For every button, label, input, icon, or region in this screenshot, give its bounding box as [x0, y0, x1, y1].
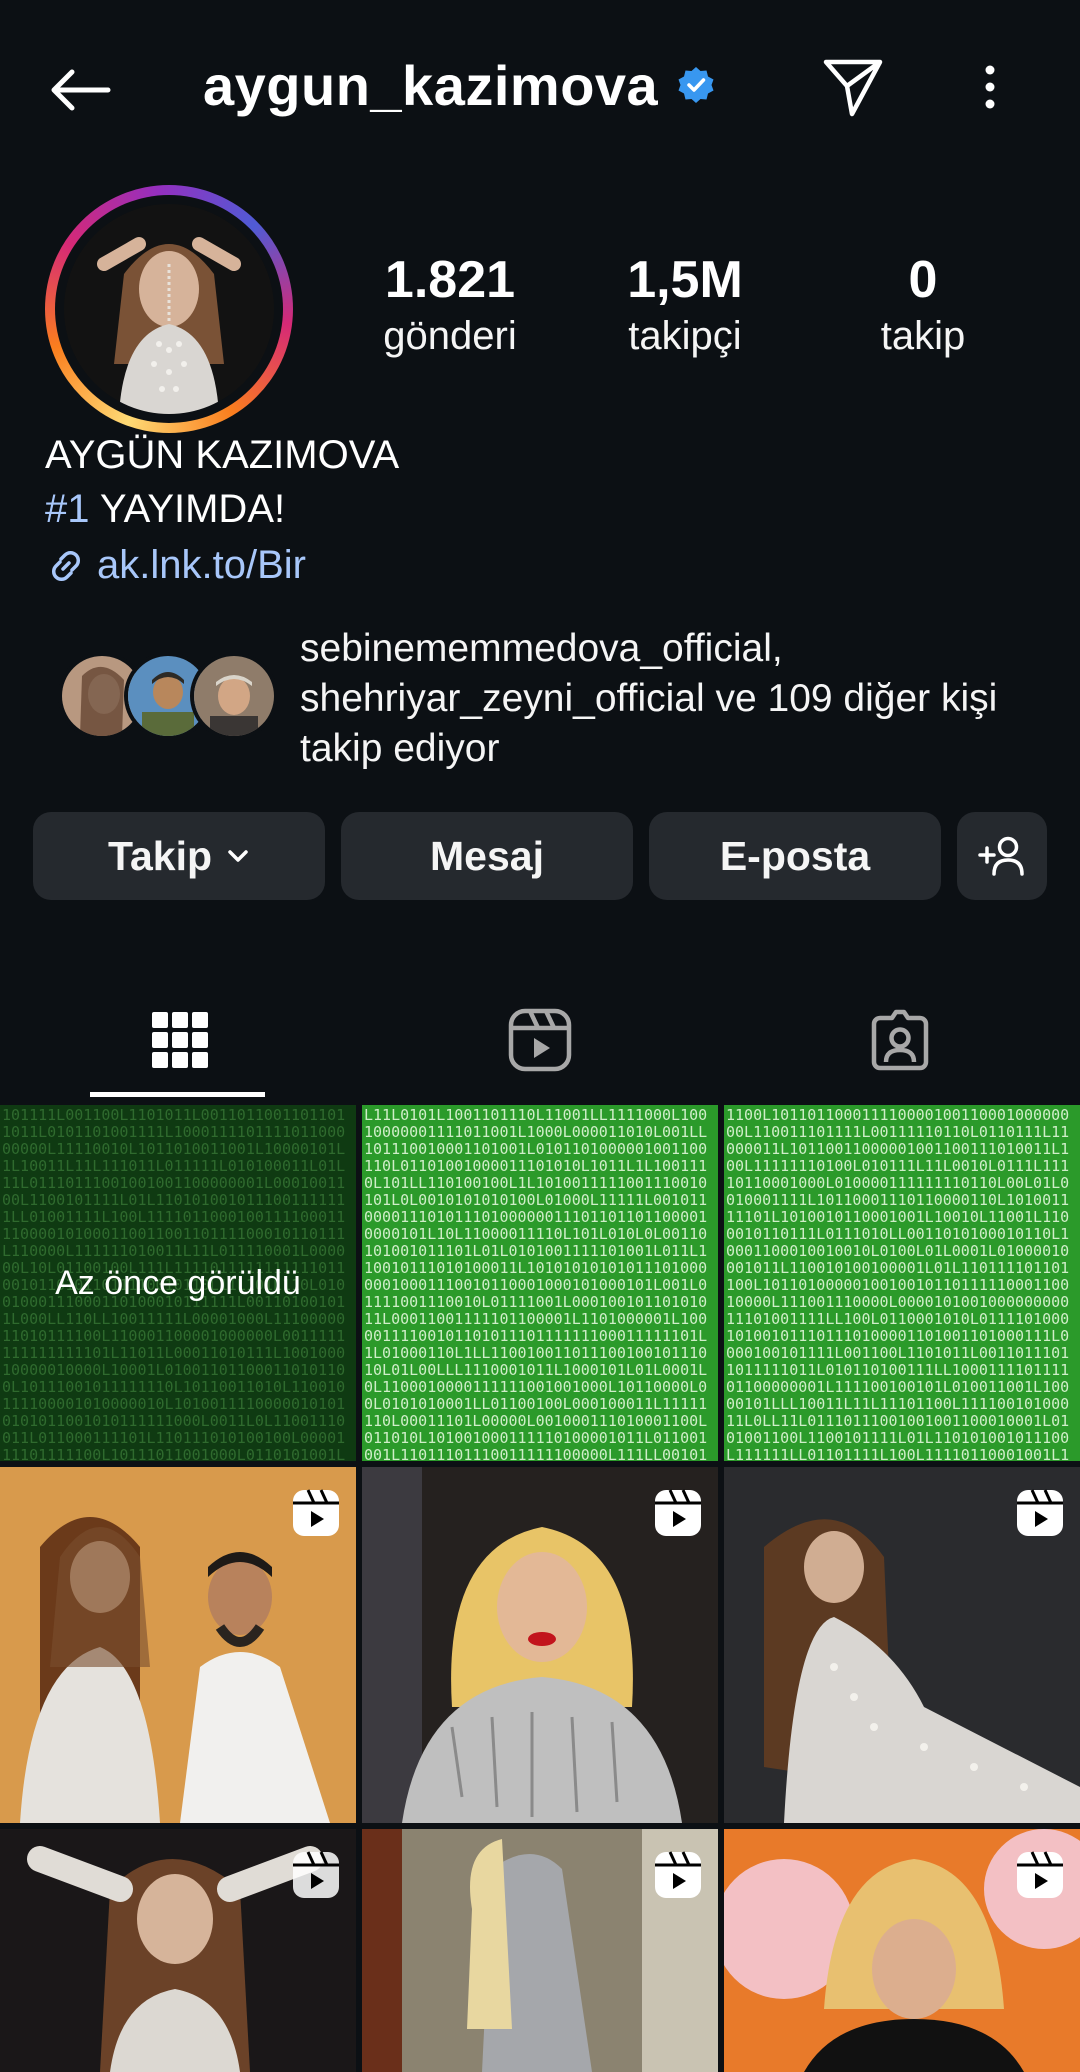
tab-reels[interactable]: [360, 985, 720, 1095]
bio-link-text: ak.lnk.to/Bir: [97, 543, 306, 587]
grid-post[interactable]: [724, 1467, 1080, 1823]
email-label: E-posta: [719, 832, 871, 879]
profile-display-name: AYGÜN KAZIMOVA: [45, 433, 400, 477]
follow-label: Takip: [107, 832, 213, 879]
reel-indicator-icon: [1017, 1851, 1063, 1898]
mutual-avatar: [190, 652, 278, 740]
binary-pattern: L11L0101L1001101110L11001LL1111000L10010…: [364, 1106, 708, 1462]
verified-badge-icon: [678, 67, 714, 103]
add-person-icon: [978, 836, 1024, 876]
reels-icon: [508, 1008, 572, 1072]
more-options-button[interactable]: [955, 52, 1025, 122]
reel-indicator-icon: [655, 1489, 701, 1536]
direct-message-button[interactable]: [818, 52, 888, 122]
reel-indicator-icon: [1017, 1489, 1063, 1536]
email-button[interactable]: E-posta: [649, 812, 941, 900]
bio-link[interactable]: ak.lnk.to/Bir: [45, 543, 306, 588]
binary-pattern: 1100L10110110001111000010011000100000000…: [726, 1106, 1070, 1462]
send-icon: [823, 59, 883, 117]
mutual-followers-text[interactable]: sebinememmedova_official, shehriyar_zeyn…: [300, 624, 1060, 774]
following-count: 0: [908, 251, 938, 309]
followers-count: 1,5M: [627, 251, 743, 309]
profile-username: aygun_kazimova: [203, 53, 659, 117]
posts-count: 1.821: [384, 251, 516, 309]
tab-tagged[interactable]: [720, 985, 1080, 1095]
profile-avatar[interactable]: [45, 185, 293, 433]
link-icon: [51, 550, 81, 581]
message-label: Mesaj: [430, 832, 544, 879]
reel-indicator-icon: [293, 1489, 339, 1536]
back-button[interactable]: [40, 55, 120, 125]
following-label: takip: [880, 314, 966, 358]
posts-label: gönderi: [383, 314, 517, 358]
suggested-users-button[interactable]: [957, 812, 1047, 900]
mutual-followers-avatars[interactable]: [58, 652, 278, 742]
bio-line-text: YAYIMDA!: [89, 487, 286, 531]
tab-posts-grid[interactable]: [0, 985, 360, 1095]
reel-indicator-icon: [655, 1851, 701, 1898]
posts-stat[interactable]: 1.821 gönderi: [350, 250, 550, 362]
more-vertical-icon: [985, 65, 995, 109]
bio-hashtag[interactable]: #1: [45, 487, 90, 531]
username-header: aygun_kazimova: [203, 45, 716, 125]
tagged-person-icon: [871, 1009, 929, 1071]
seen-recently-label: Az önce görüldü: [55, 1263, 301, 1302]
message-button[interactable]: Mesaj: [341, 812, 633, 900]
grid-post[interactable]: 1100L10110110001111000010011000100000000…: [724, 1105, 1080, 1461]
reel-indicator-icon: [293, 1851, 339, 1898]
grid-post[interactable]: L11L0101L1001101110L11001LL1111000L10010…: [362, 1105, 718, 1461]
top-bar: aygun_kazimova: [0, 0, 1080, 170]
grid-post[interactable]: [362, 1467, 718, 1823]
active-tab-indicator: [90, 1092, 265, 1097]
chevron-down-icon: [228, 850, 248, 862]
following-stat[interactable]: 0 takip: [823, 250, 1023, 362]
grid-post[interactable]: [0, 1467, 356, 1823]
avatar-image: [64, 204, 274, 414]
followers-label: takipçi: [628, 314, 742, 358]
follow-button[interactable]: Takip: [33, 812, 325, 900]
followers-stat[interactable]: 1,5M takipçi: [585, 250, 785, 362]
grid-post[interactable]: 101111L001100L1101011L001101100110110110…: [0, 1105, 356, 1461]
grid-post[interactable]: [0, 1829, 356, 2072]
grid-icon: [152, 1012, 208, 1068]
back-arrow-icon: [51, 69, 111, 111]
grid-post[interactable]: [362, 1829, 718, 2072]
grid-post[interactable]: [724, 1829, 1080, 2072]
bio-text: #1 YAYIMDA!: [45, 487, 285, 532]
